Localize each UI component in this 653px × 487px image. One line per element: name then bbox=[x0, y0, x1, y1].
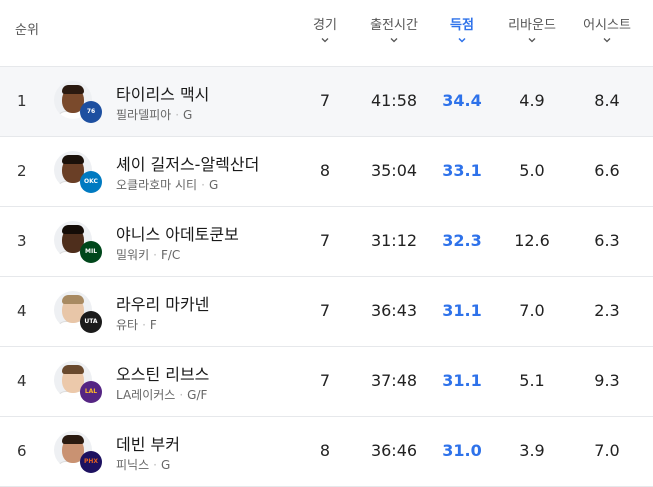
minutes-value: 36:46 bbox=[370, 441, 418, 460]
sort-points-button[interactable]: 득점 bbox=[442, 14, 482, 45]
rebounds-value: 5.0 bbox=[519, 161, 545, 180]
chevron-down-icon bbox=[528, 38, 536, 43]
rank-value: 4 bbox=[17, 372, 27, 390]
player-meta: 밀워키 · F/C bbox=[116, 248, 181, 262]
sort-rebounds-button[interactable]: 리바운드 bbox=[499, 14, 565, 45]
player-name[interactable]: 데빈 부커 bbox=[116, 431, 180, 455]
games-value: 8 bbox=[319, 441, 331, 460]
rank-value: 4 bbox=[17, 302, 27, 320]
minutes-value: 36:43 bbox=[370, 301, 418, 320]
position: G bbox=[183, 108, 193, 122]
team-name: 밀워키 bbox=[116, 248, 150, 262]
chevron-down-icon bbox=[321, 38, 329, 43]
table-row[interactable]: 4 LAL 오스틴 리브스 LA레이커스 · G/F 7 37:48 31.1 5.… bbox=[0, 347, 653, 417]
assists-value: 8.4 bbox=[594, 91, 620, 110]
chevron-down-icon bbox=[458, 37, 466, 43]
sort-minutes-button[interactable]: 출전시간 bbox=[361, 14, 427, 45]
points-value: 31.0 bbox=[442, 441, 482, 460]
table-row[interactable]: 1 76 타이리스 맥시 필라델피아 · G 7 41:58 34.4 4.9 8.… bbox=[0, 67, 653, 137]
assists-value: 6.3 bbox=[594, 231, 620, 250]
player-meta: 피닉스 · G bbox=[116, 458, 171, 472]
points-value: 31.1 bbox=[442, 371, 482, 390]
position: F/C bbox=[160, 248, 181, 262]
games-value: 7 bbox=[319, 301, 331, 320]
team-name: 유타 bbox=[116, 318, 139, 332]
assists-value: 9.3 bbox=[594, 371, 620, 390]
position: G bbox=[160, 458, 171, 472]
rank-value: 3 bbox=[17, 232, 27, 250]
minutes-value: 41:58 bbox=[370, 91, 418, 110]
stats-leaderboard: 순위 경기 출전시간 득점 리바운드 어시스트 1 76 타이리스 맥시 필라델… bbox=[0, 0, 653, 487]
table-header: 순위 경기 출전시간 득점 리바운드 어시스트 bbox=[0, 0, 653, 67]
games-value: 8 bbox=[319, 161, 331, 180]
assists-value: 6.6 bbox=[594, 161, 620, 180]
player-name[interactable]: 셰이 길저스-알렉산더 bbox=[116, 151, 259, 175]
player-name[interactable]: 오스틴 리브스 bbox=[116, 361, 209, 385]
rank-header: 순위 bbox=[15, 23, 39, 38]
player-name[interactable]: 타이리스 맥시 bbox=[116, 81, 209, 105]
games-value: 7 bbox=[319, 91, 331, 110]
team-name: 필라델피아 bbox=[116, 108, 172, 122]
points-value: 33.1 bbox=[442, 161, 482, 180]
bucks-logo: MIL bbox=[80, 241, 102, 263]
games-header: 경기 bbox=[313, 18, 337, 33]
sort-games-button[interactable]: 경기 bbox=[305, 14, 345, 45]
points-value: 34.4 bbox=[442, 91, 482, 110]
games-value: 7 bbox=[319, 371, 331, 390]
team-name: 피닉스 bbox=[116, 458, 150, 472]
position: G/F bbox=[187, 388, 208, 402]
team-name: LA레이커스 bbox=[116, 388, 176, 402]
player-name[interactable]: 라우리 마카넨 bbox=[116, 291, 209, 315]
chevron-down-icon bbox=[603, 38, 611, 43]
position: G bbox=[208, 178, 219, 192]
thunder-logo: OKC bbox=[80, 171, 102, 193]
assists-value: 7.0 bbox=[594, 441, 620, 460]
table-row[interactable]: 4 UTA 라우리 마카넨 유타 · F 7 36:43 31.1 7.0 2.3 bbox=[0, 277, 653, 347]
player-meta: 필라델피아 · G bbox=[116, 108, 193, 122]
minutes-value: 31:12 bbox=[370, 231, 418, 250]
points-header: 득점 bbox=[450, 18, 474, 33]
games-value: 7 bbox=[319, 231, 331, 250]
player-meta: LA레이커스 · G/F bbox=[116, 388, 208, 402]
player-name[interactable]: 야니스 아데토쿤보 bbox=[116, 221, 239, 245]
table-row[interactable]: 2 OKC 셰이 길저스-알렉산더 오클라호마 시티 · G 8 35:04 33.… bbox=[0, 137, 653, 207]
rebounds-value: 12.6 bbox=[514, 231, 550, 250]
position: F bbox=[149, 318, 157, 332]
rank-value: 1 bbox=[17, 92, 27, 110]
jazz-logo: UTA bbox=[80, 311, 102, 333]
assists-value: 2.3 bbox=[594, 301, 620, 320]
rebounds-value: 4.9 bbox=[519, 91, 545, 110]
rebounds-value: 5.1 bbox=[519, 371, 545, 390]
suns-logo: PHX bbox=[80, 451, 102, 473]
sort-assists-button[interactable]: 어시스트 bbox=[574, 14, 640, 45]
points-value: 32.3 bbox=[442, 231, 482, 250]
chevron-down-icon bbox=[390, 38, 398, 43]
minutes-value: 37:48 bbox=[370, 371, 418, 390]
player-meta: 오클라호마 시티 · G bbox=[116, 178, 219, 192]
team-name: 오클라호마 시티 bbox=[116, 178, 198, 192]
lakers-logo: LAL bbox=[80, 381, 102, 403]
rebounds-value: 3.9 bbox=[519, 441, 545, 460]
minutes-value: 35:04 bbox=[370, 161, 418, 180]
table-row[interactable]: 3 MIL 야니스 아데토쿤보 밀워키 · F/C 7 31:12 32.3 12.… bbox=[0, 207, 653, 277]
table-row[interactable]: 6 PHX 데빈 부커 피닉스 · G 8 36:46 31.0 3.9 7.0 bbox=[0, 417, 653, 487]
76ers-logo: 76 bbox=[80, 101, 102, 123]
points-value: 31.1 bbox=[442, 301, 482, 320]
minutes-header: 출전시간 bbox=[370, 18, 418, 33]
rank-value: 2 bbox=[17, 162, 27, 180]
rebounds-value: 7.0 bbox=[519, 301, 545, 320]
player-meta: 유타 · F bbox=[116, 318, 157, 332]
assists-header: 어시스트 bbox=[583, 18, 631, 33]
rank-value: 6 bbox=[17, 442, 27, 460]
rebounds-header: 리바운드 bbox=[508, 18, 556, 33]
